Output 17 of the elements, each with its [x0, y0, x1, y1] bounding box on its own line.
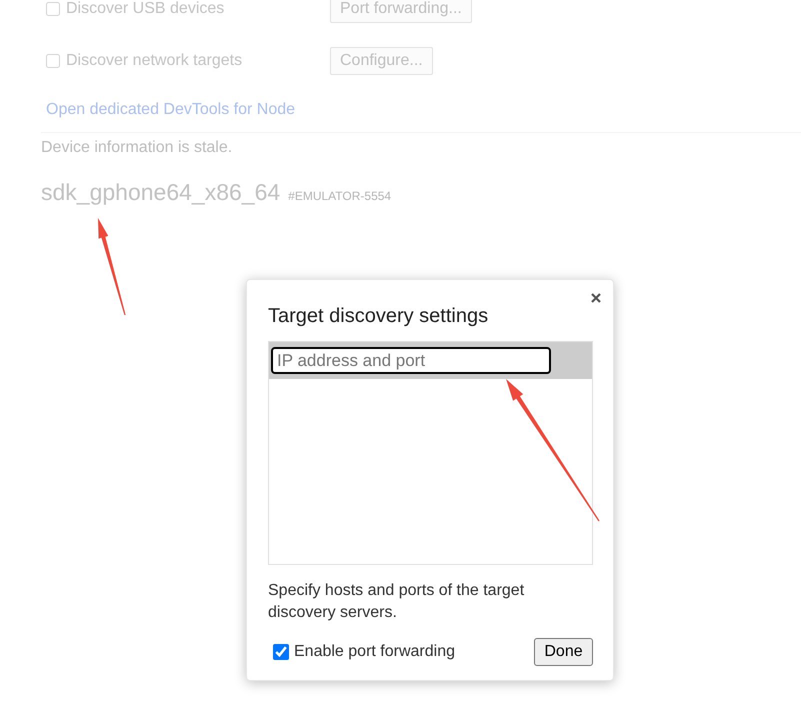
done-button[interactable]: Done — [534, 638, 593, 666]
option-button[interactable]: Configure... — [330, 47, 433, 75]
device-name: sdk_gphone64_x86_64 — [41, 178, 280, 207]
device-serial: #EMULATOR-5554 — [288, 188, 392, 205]
option-label: Discover network targets — [66, 51, 242, 71]
checkbox-label: Enable port forwarding — [294, 642, 455, 662]
option-button[interactable]: Port forwarding... — [330, 0, 472, 23]
dialog-title: Target discovery settings — [268, 304, 488, 328]
close-icon — [591, 293, 601, 303]
list-row[interactable]: IP address and port — [269, 342, 592, 379]
close-button[interactable] — [589, 291, 603, 305]
devtools-link[interactable]: Open dedicated DevTools for Node — [46, 101, 296, 119]
option-label: Discover USB devices — [66, 0, 224, 19]
stale-notice: Device information is stale. — [41, 138, 232, 157]
dialog-description: Specify hosts and ports of the target discovery servers. — [268, 581, 526, 623]
checkbox[interactable] — [273, 644, 289, 660]
address-input[interactable]: IP address and port — [271, 347, 551, 374]
